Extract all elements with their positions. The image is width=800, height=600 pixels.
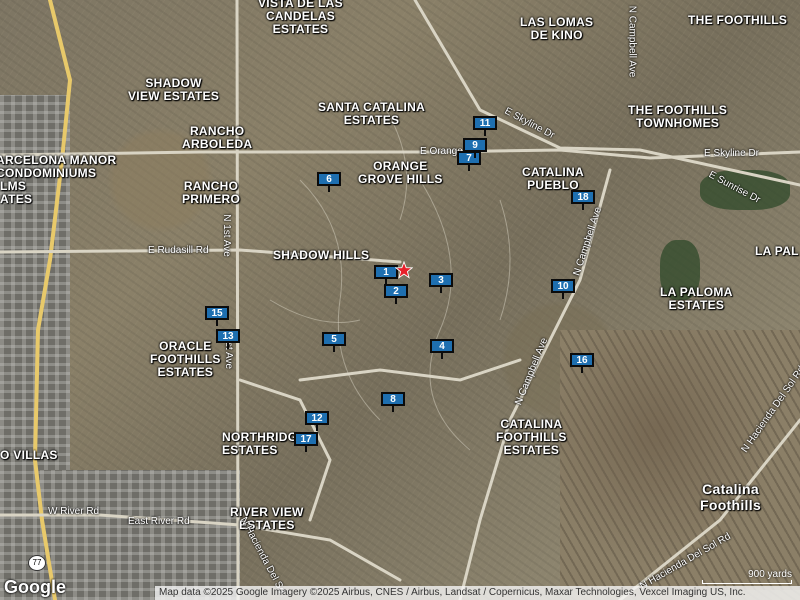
area-label: LA PAL [755, 244, 799, 258]
map-attribution[interactable]: Map data ©2025 Google Imagery ©2025 Airb… [155, 586, 800, 600]
map-marker[interactable]: 10 [551, 279, 575, 293]
road-label: E Rudasill Rd [148, 245, 209, 256]
map-marker[interactable]: 12 [305, 411, 329, 425]
area-label: CATALINA FOOTHILLS ESTATES [496, 417, 567, 457]
map-marker[interactable]: 17 [294, 432, 318, 446]
area-label: LMS ATES [0, 179, 33, 206]
area-label: O VILLAS [0, 448, 58, 462]
google-logo: Google [4, 577, 66, 597]
satellite-map[interactable]: VISTA DE LAS CANDELAS ESTATES LAS LOMAS DE … [0, 0, 800, 600]
map-marker[interactable]: 15 [205, 306, 229, 320]
area-label: SHADOW VIEW ESTATES [128, 76, 220, 103]
area-label: ARCELONA MANOR CONDOMINIUMS [0, 153, 117, 180]
area-label: ORACLE FOOTHILLS ESTATES [150, 339, 221, 379]
scale-bar[interactable]: 900 yards [702, 569, 792, 584]
area-label: ORANGE GROVE HILLS [358, 159, 443, 186]
map-marker[interactable]: 3 [429, 273, 453, 287]
map-marker[interactable]: 16 [570, 353, 594, 367]
area-label: THE FOOTHILLS [688, 13, 788, 27]
area-label: THE FOOTHILLS TOWNHOMES [628, 103, 728, 130]
highway-shield-icon: 77 [28, 555, 46, 571]
area-label: NORTHRIDG ESTATES [222, 430, 298, 457]
map-marker[interactable]: 13 [216, 329, 240, 343]
area-label: LA PALOMA ESTATES [660, 285, 733, 312]
area-label: VISTA DE LAS CANDELAS ESTATES [258, 0, 343, 36]
map-marker[interactable]: 11 [473, 116, 497, 130]
area-label: CATALINA PUEBLO [522, 165, 584, 192]
map-marker[interactable]: 18 [571, 190, 595, 204]
area-label: LAS LOMAS DE KINO [520, 15, 594, 42]
scale-bar-line [702, 580, 792, 584]
area-label-large: Catalina Foothills [700, 481, 762, 513]
map-marker[interactable]: 8 [381, 392, 405, 406]
map-marker[interactable]: 6 [317, 172, 341, 186]
road-label: N 1st Ave [220, 214, 232, 257]
map-marker[interactable]: 5 [322, 332, 346, 346]
area-label: SHADOW HILLS [273, 248, 370, 262]
selected-location-star-icon[interactable] [395, 261, 413, 279]
area-label: RANCHO PRIMERO [182, 179, 241, 206]
road-label: E Skyline Dr [704, 148, 760, 159]
map-marker[interactable]: 7 [457, 151, 481, 165]
road-label: W River Rd [48, 506, 100, 517]
road-label: N Campbell Ave [626, 5, 638, 78]
road-label: East River Rd [128, 516, 190, 527]
area-label: RANCHO ARBOLEDA [182, 124, 253, 151]
map-marker[interactable]: 4 [430, 339, 454, 353]
area-label: SANTA CATALINA ESTATES [318, 100, 426, 127]
map-marker[interactable]: 9 [463, 138, 487, 152]
scale-bar-label: 900 yards [748, 569, 792, 580]
map-marker[interactable]: 2 [384, 284, 408, 298]
